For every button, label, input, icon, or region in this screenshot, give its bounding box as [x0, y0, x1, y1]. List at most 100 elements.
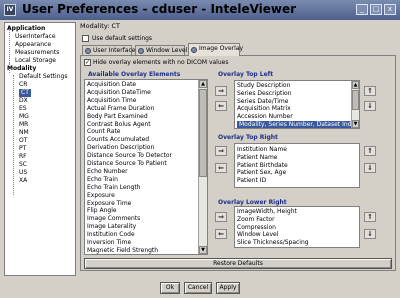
list-item[interactable]: Counts Accumulated	[87, 136, 149, 143]
move-up-top-right-button[interactable]: ⇑	[364, 146, 376, 156]
tree-item-rf[interactable]: RF	[19, 153, 27, 161]
tree-item-ct[interactable]: CT	[19, 89, 31, 97]
list-item[interactable]: Window Level	[237, 231, 278, 238]
list-item[interactable]: Echo Train Length	[87, 184, 140, 191]
tree-node-application[interactable]: Application	[7, 25, 45, 33]
list-item[interactable]: Patient Name	[237, 154, 278, 161]
use-default-checkbox[interactable]	[82, 35, 89, 42]
list-item[interactable]: Body Part Examined	[87, 113, 148, 120]
hide-overlay-checkbox[interactable]	[84, 59, 91, 66]
move-down-lower-right-button[interactable]: ⇓	[364, 229, 376, 239]
tree-item-us[interactable]: US	[19, 169, 27, 177]
add-top-left-button[interactable]: ⇒	[215, 86, 227, 96]
tree-item-sc[interactable]: SC	[19, 161, 27, 169]
remove-top-left-button[interactable]: ⇐	[215, 101, 227, 111]
tree-item-es[interactable]: ES	[19, 105, 27, 113]
minimize-button[interactable]: _	[356, 4, 368, 15]
modality-label: Modality: CT	[80, 22, 120, 30]
list-item[interactable]: Image Comments	[87, 215, 140, 222]
list-item[interactable]: Acquisition Date	[87, 81, 136, 88]
tree-item-nm[interactable]: NM	[19, 129, 29, 137]
scroll-down-arrow[interactable]: ▼	[199, 246, 207, 254]
top-left-scrollbar[interactable]: ▲ ▼	[351, 81, 359, 128]
list-item[interactable]: Patient Sex, Age	[237, 169, 286, 176]
list-item[interactable]: Echo Train	[87, 176, 118, 183]
ok-button[interactable]: Ok	[160, 282, 180, 294]
list-item[interactable]: Institution Code	[87, 231, 135, 238]
move-up-lower-right-button[interactable]: ⇑	[364, 212, 376, 222]
tree-item-xa[interactable]: XA	[19, 177, 27, 185]
lower-right-list[interactable]: ImageWidth, Height Zoom Factor Compression…	[234, 206, 360, 248]
add-lower-right-button[interactable]: ⇒	[215, 212, 227, 222]
list-item[interactable]: Compression	[237, 224, 276, 231]
tree-item-default-settings[interactable]: Default Settings	[19, 73, 67, 81]
top-left-title: Overlay Top Left	[218, 71, 274, 78]
top-right-list[interactable]: Institution Name Patient Name Patient Birt…	[234, 143, 360, 188]
available-elements-title: Available Overlay Elements	[88, 71, 181, 78]
list-item[interactable]: Modality, Series Number, Dataset Index	[237, 121, 359, 128]
preferences-tree[interactable]: Application UserInterface Appearance Measur…	[4, 22, 76, 276]
list-item[interactable]: Magnetic Field Strength	[87, 247, 158, 254]
tree-item-appearance[interactable]: Appearance	[15, 41, 51, 49]
list-item[interactable]: Patient ID	[237, 177, 266, 184]
maximize-button[interactable]: □	[370, 4, 382, 15]
tree-item-ot[interactable]: OT	[19, 137, 27, 145]
remove-lower-right-button[interactable]: ⇐	[215, 229, 227, 239]
move-down-top-left-button[interactable]: ⇓	[364, 101, 376, 111]
scroll-up-arrow[interactable]: ▲	[199, 80, 207, 88]
available-elements-list[interactable]: Acquisition Date Acquisition DateTime Acqu…	[84, 79, 208, 255]
cancel-button[interactable]: Cancel	[184, 282, 212, 294]
list-item[interactable]: Acquisition DateTime	[87, 89, 151, 96]
tree-item-userinterface[interactable]: UserInterface	[15, 33, 56, 41]
list-item[interactable]: Flip Angle	[87, 207, 117, 214]
list-item[interactable]: Actual Frame Duration	[87, 105, 154, 112]
tree-item-pt[interactable]: PT	[19, 145, 26, 153]
list-item[interactable]: Exposure	[87, 192, 115, 199]
tree-item-measurements[interactable]: Measurements	[15, 49, 59, 57]
list-item[interactable]: Exposure Time	[87, 200, 131, 207]
gear-icon	[85, 48, 91, 54]
list-item[interactable]: Count Rate	[87, 128, 120, 135]
tree-item-cr[interactable]: CR	[19, 81, 27, 89]
lower-right-title: Overlay Lower Right	[218, 199, 287, 206]
list-item[interactable]: Echo Number	[87, 168, 128, 175]
list-item[interactable]: Patient Birthdate	[237, 162, 288, 169]
list-item[interactable]: Image Laterality	[87, 223, 136, 230]
tab-image-overlay[interactable]: Image Overlay	[188, 43, 243, 56]
gear-icon	[138, 48, 144, 54]
apply-button[interactable]: Apply	[216, 282, 240, 294]
tree-node-modality[interactable]: Modality	[7, 65, 36, 73]
list-item[interactable]: Acquisition Matrix	[237, 105, 291, 112]
tree-item-mr[interactable]: MR	[19, 121, 28, 129]
list-item[interactable]: ImageWidth, Height	[237, 208, 297, 215]
list-item[interactable]: Inversion Time	[87, 239, 131, 246]
top-left-list[interactable]: Study Description Series Description Serie…	[234, 80, 360, 129]
window-title: User Preferences - cduser - InteleViewer	[22, 2, 297, 16]
list-item[interactable]: Derivation Description	[87, 144, 154, 151]
hide-overlay-label: Hide overlay elements with no DICOM valu…	[93, 59, 229, 66]
list-item[interactable]: Distance Source To Patient	[87, 160, 167, 167]
list-item[interactable]: Series Date/Time	[237, 98, 288, 105]
move-up-top-left-button[interactable]: ⇑	[364, 86, 376, 96]
add-top-right-button[interactable]: ⇒	[215, 146, 227, 156]
available-scrollbar[interactable]: ▲ ▼	[198, 80, 207, 254]
move-down-top-right-button[interactable]: ⇓	[364, 163, 376, 173]
list-item[interactable]: Study Description	[237, 82, 290, 89]
list-item[interactable]: Acquisition Time	[87, 97, 136, 104]
restore-defaults-button[interactable]: Restore Defaults	[84, 258, 392, 269]
close-button[interactable]: x	[384, 4, 396, 15]
top-right-title: Overlay Top Right	[218, 134, 278, 141]
tree-item-local-storage[interactable]: Local Storage	[15, 57, 56, 65]
remove-top-right-button[interactable]: ⇐	[215, 163, 227, 173]
list-item[interactable]: Series Description	[237, 90, 292, 97]
list-item[interactable]: Institution Name	[237, 146, 287, 153]
list-item[interactable]: Slice Thickness/Spacing	[237, 239, 309, 246]
gear-icon	[191, 47, 197, 53]
tree-item-dx[interactable]: DX	[19, 97, 28, 105]
list-item[interactable]: Accession Number	[237, 113, 293, 120]
scroll-thumb[interactable]	[199, 89, 207, 177]
list-item[interactable]: Contrast Bolus Agent	[87, 121, 151, 128]
tree-item-mg[interactable]: MG	[19, 113, 29, 121]
list-item[interactable]: Zoom Factor	[237, 216, 275, 223]
list-item[interactable]: Distance Source To Detector	[87, 152, 172, 159]
